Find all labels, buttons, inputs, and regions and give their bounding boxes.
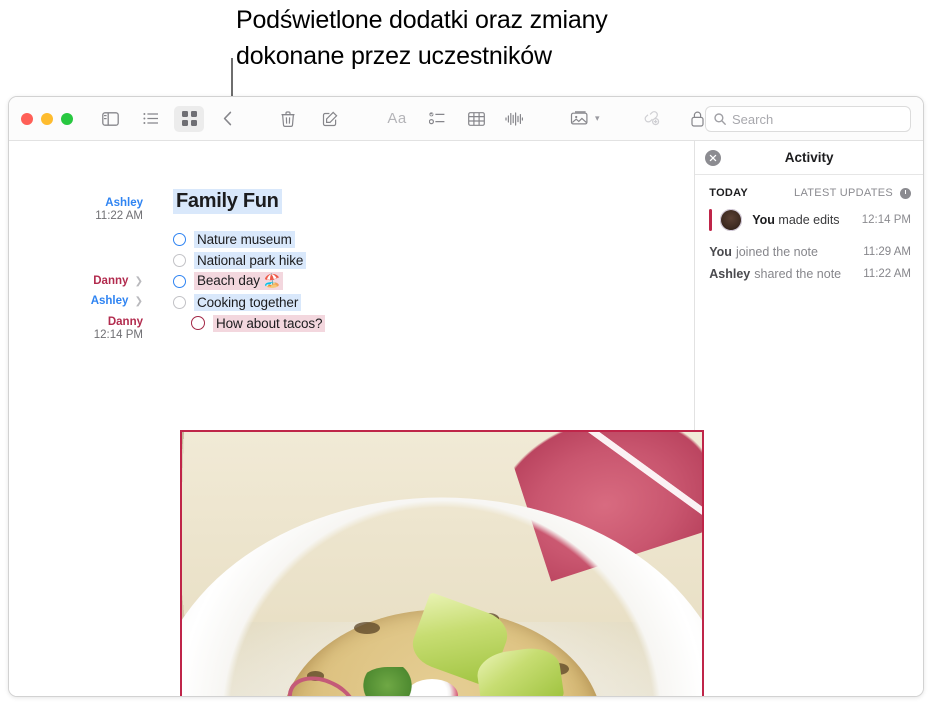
- activity-row[interactable]: Ashley shared the note 11:22 AM: [695, 263, 923, 285]
- activity-action: joined the note: [736, 245, 818, 259]
- chevron-right-icon[interactable]: ❯: [135, 296, 143, 307]
- activity-header: Activity: [695, 141, 923, 175]
- checkbox-icon[interactable]: [173, 275, 186, 288]
- delete-icon[interactable]: [273, 106, 303, 132]
- notes-window: Aa: [8, 96, 924, 697]
- audio-icon[interactable]: [499, 106, 529, 132]
- activity-sort-label[interactable]: LATEST UPDATES: [794, 187, 893, 199]
- media-icon[interactable]: [564, 106, 594, 132]
- screenshot-root: Podświetlone dodatki oraz zmiany dokonan…: [0, 0, 931, 705]
- clock-icon[interactable]: [900, 188, 911, 199]
- activity-subheader: TODAY LATEST UPDATES: [695, 175, 923, 199]
- attribution-name: Ashley: [105, 197, 143, 209]
- minimize-window-button[interactable]: [41, 113, 53, 125]
- attribution-time: 12:14 PM: [94, 329, 143, 341]
- link-icon[interactable]: [637, 106, 667, 132]
- checkbox-icon[interactable]: [173, 254, 186, 267]
- checklist-item[interactable]: How about tacos?: [173, 313, 603, 333]
- list-view-icon[interactable]: [136, 106, 166, 132]
- checklist-item[interactable]: Cooking together: [173, 292, 603, 312]
- format-icon[interactable]: Aa: [380, 106, 414, 132]
- attribution-ashley-1[interactable]: Ashley 11:22 AM: [95, 197, 143, 222]
- activity-section-label: TODAY: [709, 187, 748, 199]
- activity-time: 11:29 AM: [863, 246, 911, 258]
- table-icon[interactable]: [461, 106, 491, 132]
- attribution-name: Ashley: [91, 295, 129, 307]
- note-checklist: Nature museum National park hike Beach d…: [173, 229, 603, 334]
- checklist-item-label: How about tacos?: [213, 315, 325, 332]
- attribution-name: Danny: [93, 275, 128, 287]
- unread-indicator: [709, 209, 712, 231]
- chevron-down-icon[interactable]: ▾: [595, 113, 600, 124]
- sidebar-toggle-icon[interactable]: [95, 106, 125, 132]
- checklist-item[interactable]: Nature museum: [173, 229, 603, 249]
- callout-line-1: Podświetlone dodatki oraz zmiany: [236, 2, 706, 38]
- activity-pane: Activity TODAY LATEST UPDATES You made e…: [694, 141, 923, 697]
- search-placeholder: Search: [732, 112, 773, 127]
- callout-annotation: Podświetlone dodatki oraz zmiany dokonan…: [236, 2, 706, 74]
- activity-featured-time: 12:14 PM: [862, 214, 911, 226]
- note-pane[interactable]: Ashley 11:22 AM Danny ❯ Ashley ❯ Danny 1…: [9, 141, 694, 697]
- activity-action: made edits: [775, 213, 840, 227]
- activity-time: 11:22 AM: [863, 268, 911, 280]
- attribution-ashley-2[interactable]: Ashley ❯: [91, 295, 143, 307]
- callout-line-2: dokonane przez uczestników: [236, 38, 706, 74]
- attribution-danny-2[interactable]: Danny 12:14 PM: [94, 316, 143, 341]
- close-icon[interactable]: [705, 150, 721, 166]
- activity-featured-item[interactable]: You made edits 12:14 PM: [695, 199, 923, 241]
- activity-row[interactable]: You joined the note 11:29 AM: [695, 241, 923, 263]
- avatar: [720, 209, 742, 231]
- compose-icon[interactable]: [315, 106, 345, 132]
- activity-title: Activity: [785, 150, 834, 165]
- checkbox-icon[interactable]: [191, 316, 205, 330]
- checkbox-icon[interactable]: [173, 296, 186, 309]
- activity-featured-text: You made edits: [752, 213, 839, 227]
- checklist-item-label: National park hike: [194, 252, 306, 269]
- note-title[interactable]: Family Fun: [173, 189, 282, 214]
- toolbar: Aa: [9, 97, 923, 141]
- zoom-window-button[interactable]: [61, 113, 73, 125]
- attribution-time: 11:22 AM: [95, 210, 143, 222]
- window-body: Ashley 11:22 AM Danny ❯ Ashley ❯ Danny 1…: [9, 141, 923, 697]
- search-icon: [714, 113, 726, 125]
- gallery-view-icon[interactable]: [174, 106, 204, 132]
- activity-actor: You: [709, 245, 732, 259]
- checklist-item[interactable]: Beach day 🏖️: [173, 271, 603, 291]
- checklist-item[interactable]: National park hike: [173, 250, 603, 270]
- chevron-right-icon[interactable]: ❯: [135, 276, 143, 287]
- checklist-item-label: Beach day 🏖️: [194, 272, 283, 290]
- back-icon[interactable]: [212, 106, 242, 132]
- activity-actor: You: [752, 213, 775, 227]
- format-label: Aa: [387, 110, 406, 127]
- note-photo-attachment[interactable]: [180, 430, 704, 697]
- attribution-name: Danny: [108, 316, 143, 328]
- checkbox-icon[interactable]: [173, 233, 186, 246]
- checklist-item-label: Cooking together: [194, 294, 301, 311]
- activity-action: shared the note: [754, 267, 841, 281]
- search-field[interactable]: Search: [705, 106, 911, 132]
- checklist-item-label: Nature museum: [194, 231, 295, 248]
- window-controls: [21, 113, 73, 125]
- close-window-button[interactable]: [21, 113, 33, 125]
- attribution-danny-1[interactable]: Danny ❯: [93, 275, 143, 287]
- checklist-icon[interactable]: [422, 106, 452, 132]
- activity-actor: Ashley: [709, 267, 750, 281]
